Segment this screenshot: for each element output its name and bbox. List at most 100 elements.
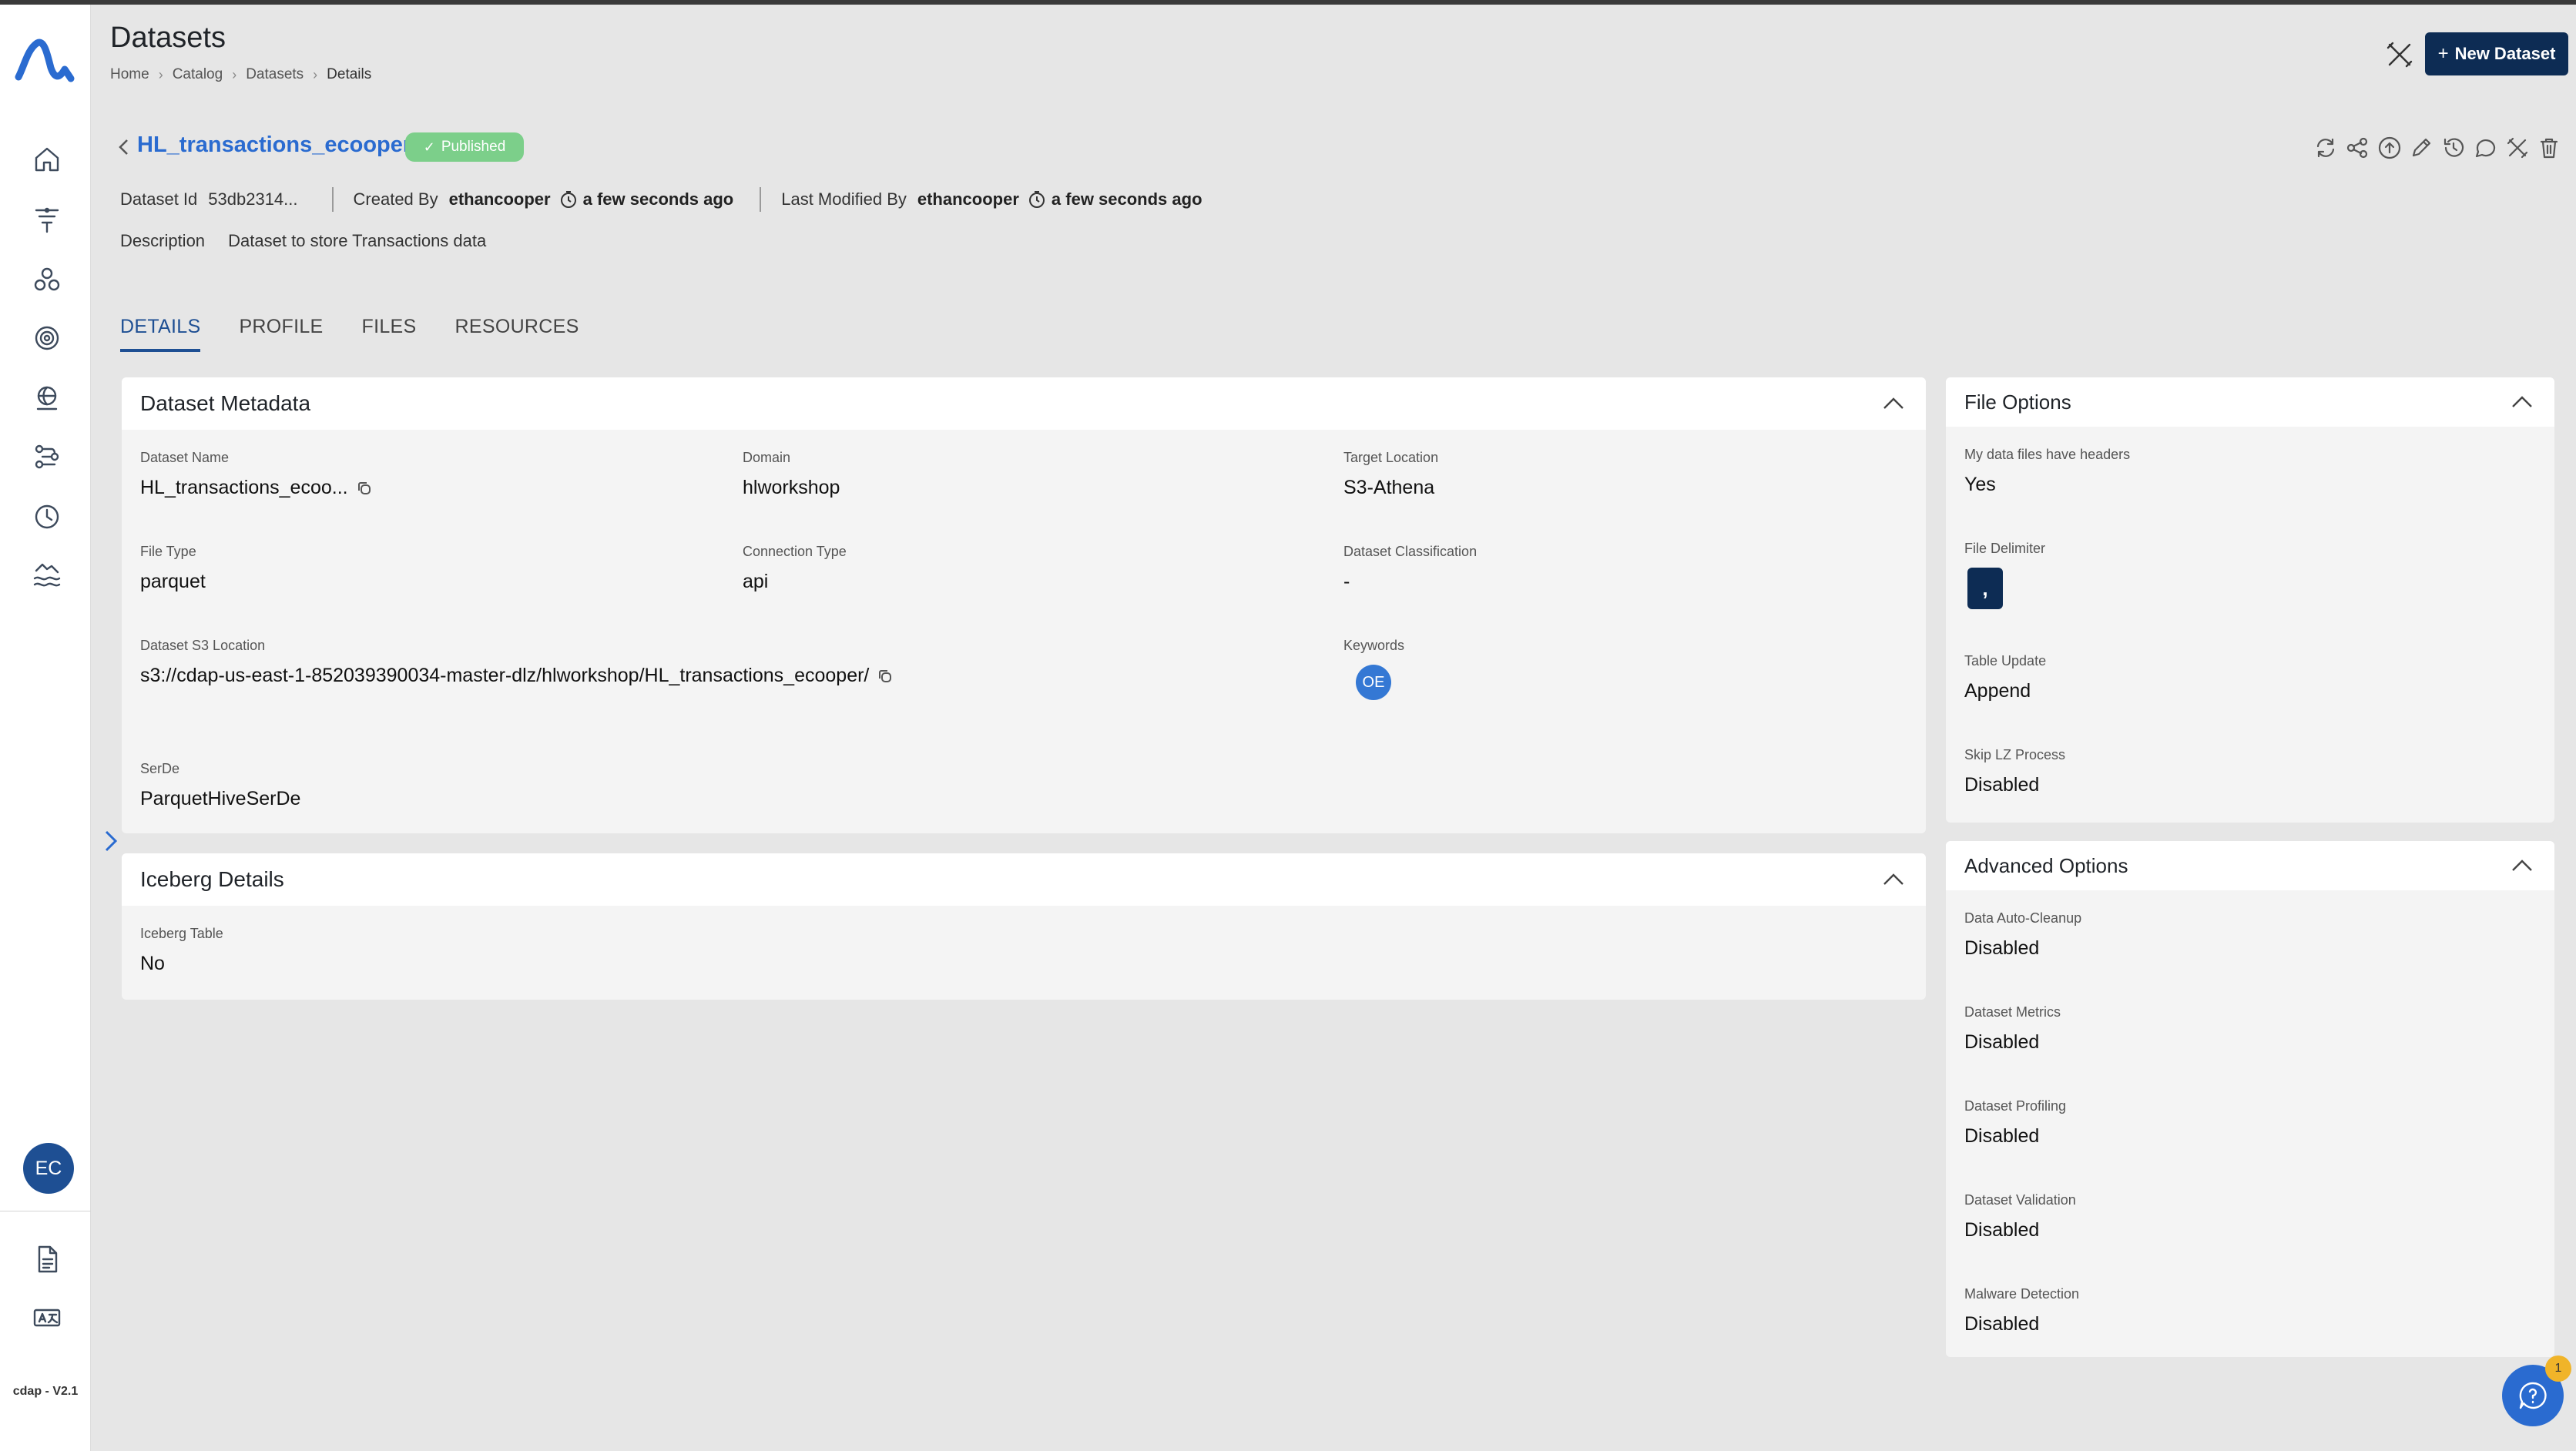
- dataset-id-label: Dataset Id: [120, 189, 198, 209]
- chevron-up-icon[interactable]: [2508, 852, 2536, 880]
- field-value: Yes: [1964, 474, 1996, 495]
- field-value: -: [1343, 571, 1350, 592]
- modified-by-user: ethancooper: [917, 189, 1019, 209]
- field-dataset-name: Dataset Name HL_transactions_ecoo...: [140, 450, 373, 499]
- dataset-meta-line: Dataset Id 53db2314... Created By ethanc…: [120, 187, 1202, 212]
- field-file-delimiter: File Delimiter ,: [1964, 541, 2045, 609]
- field-label: Dataset Classification: [1343, 544, 1478, 559]
- created-by-user: ethancooper: [448, 189, 551, 209]
- sidebar-expand-chevron-icon[interactable]: [99, 827, 122, 855]
- field-value: Disabled: [1964, 774, 2040, 796]
- breadcrumb-home[interactable]: Home: [110, 66, 149, 83]
- back-chevron-icon[interactable]: [116, 137, 131, 157]
- tools-icon[interactable]: [2383, 39, 2416, 71]
- history-icon[interactable]: [2437, 131, 2470, 165]
- home-icon[interactable]: [29, 142, 65, 177]
- field-label: Dataset S3 Location: [140, 638, 266, 653]
- data-lake-icon[interactable]: [29, 558, 65, 593]
- field-target-location: Target Location S3-Athena: [1343, 450, 1438, 499]
- card-header: File Options: [1946, 377, 2554, 427]
- field-value: Disabled: [1964, 1219, 2040, 1241]
- tab-profile[interactable]: PROFILE: [239, 316, 323, 352]
- timer-icon: [558, 189, 579, 209]
- breadcrumb-catalog[interactable]: Catalog: [173, 66, 223, 83]
- copy-icon[interactable]: [877, 668, 894, 685]
- comment-icon[interactable]: [2470, 131, 2502, 165]
- field-label: Dataset Validation: [1964, 1192, 2076, 1208]
- filter-funnel-icon[interactable]: [29, 202, 65, 237]
- field-label: Malware Detection: [1964, 1286, 2080, 1302]
- target-settings-icon[interactable]: [29, 320, 65, 356]
- card-header: Dataset Metadata: [122, 377, 1926, 430]
- field-value: hlworkshop: [743, 477, 840, 498]
- card-title: Dataset Metadata: [140, 391, 311, 415]
- detail-tabs: DETAILS PROFILE FILES RESOURCES: [120, 316, 618, 352]
- created-by-label: Created By: [353, 189, 438, 209]
- field-value: ParquetHiveSerDe: [140, 788, 301, 809]
- delete-icon[interactable]: [2534, 131, 2566, 165]
- page-title: Datasets: [110, 22, 226, 54]
- field-domain: Domain hlworkshop: [743, 450, 840, 499]
- tools-small-icon[interactable]: [2501, 131, 2534, 165]
- description-label: Description: [120, 231, 206, 250]
- breadcrumb: Home › Catalog › Datasets › Details: [110, 66, 371, 83]
- clock-icon[interactable]: [29, 499, 65, 534]
- field-value: Append: [1964, 680, 2031, 702]
- status-label: Published: [441, 139, 506, 155]
- chevron-up-icon[interactable]: [1880, 866, 1907, 893]
- share-icon[interactable]: [2342, 131, 2374, 165]
- tab-details[interactable]: DETAILS: [120, 316, 201, 352]
- tab-files[interactable]: FILES: [362, 316, 417, 352]
- sidebar: EC cdap - V2.1: [0, 5, 91, 1451]
- field-value: s3://cdap-us-east-1-852039390034-master-…: [140, 665, 894, 687]
- dataset-name-title[interactable]: HL_transactions_ecooper: [137, 132, 411, 158]
- chevron-up-icon[interactable]: [1880, 390, 1907, 417]
- field-auto-cleanup: Data Auto-Cleanup Disabled: [1964, 910, 2081, 960]
- field-label: Dataset Profiling: [1964, 1098, 2067, 1114]
- app-logo[interactable]: [14, 34, 75, 89]
- field-value: HL_transactions_ecoo...: [140, 477, 373, 499]
- field-malware-detection: Malware Detection Disabled: [1964, 1286, 2079, 1335]
- globe-icon[interactable]: [29, 380, 65, 416]
- plus-icon: +: [2437, 43, 2449, 64]
- chevron-up-icon[interactable]: [2508, 388, 2536, 416]
- dataset-actions: [2309, 131, 2565, 165]
- check-icon: ✓: [423, 139, 435, 155]
- edit-pencil-icon[interactable]: [2406, 131, 2438, 165]
- tab-resources[interactable]: RESOURCES: [455, 316, 579, 352]
- file-options-card: File Options My data files have headers …: [1946, 377, 2554, 823]
- document-icon[interactable]: [29, 1242, 65, 1277]
- meta-divider: [760, 187, 762, 212]
- chevron-right-icon: ›: [232, 66, 237, 82]
- s3-location-value: s3://cdap-us-east-1-852039390034-master-…: [140, 665, 870, 686]
- card-title: Advanced Options: [1964, 853, 2128, 877]
- card-title: Iceberg Details: [140, 867, 284, 891]
- refresh-icon[interactable]: [2309, 131, 2342, 165]
- field-label: Skip LZ Process: [1964, 747, 2066, 762]
- modified-time: a few seconds ago: [1051, 189, 1202, 209]
- translate-icon[interactable]: [29, 1300, 65, 1335]
- modified-by-label: Last Modified By: [781, 189, 907, 209]
- keyword-badge[interactable]: OE: [1356, 665, 1391, 700]
- field-label: File Delimiter: [1964, 541, 2046, 556]
- group-circles-icon[interactable]: [29, 262, 65, 297]
- field-keywords: Keywords OE: [1343, 638, 1404, 700]
- workflow-icon[interactable]: [29, 439, 65, 474]
- upload-icon[interactable]: [2373, 131, 2406, 165]
- notification-badge: 1: [2545, 1355, 2571, 1382]
- copy-icon[interactable]: [356, 480, 373, 497]
- card-title: File Options: [1964, 390, 2071, 414]
- field-value: parquet: [140, 571, 206, 592]
- dataset-id-value[interactable]: 53db2314...: [208, 189, 297, 209]
- field-label: SerDe: [140, 761, 180, 776]
- field-label: Connection Type: [743, 544, 847, 559]
- field-connection-type: Connection Type api: [743, 544, 847, 593]
- field-label: Keywords: [1343, 638, 1405, 653]
- new-dataset-button[interactable]: + New Dataset: [2425, 32, 2568, 75]
- user-avatar[interactable]: EC: [23, 1143, 74, 1194]
- chevron-right-icon: ›: [313, 66, 318, 82]
- field-dataset-metrics: Dataset Metrics Disabled: [1964, 1004, 2061, 1054]
- field-label: Target Location: [1343, 450, 1439, 465]
- field-label: File Type: [140, 544, 196, 559]
- breadcrumb-datasets[interactable]: Datasets: [246, 66, 304, 83]
